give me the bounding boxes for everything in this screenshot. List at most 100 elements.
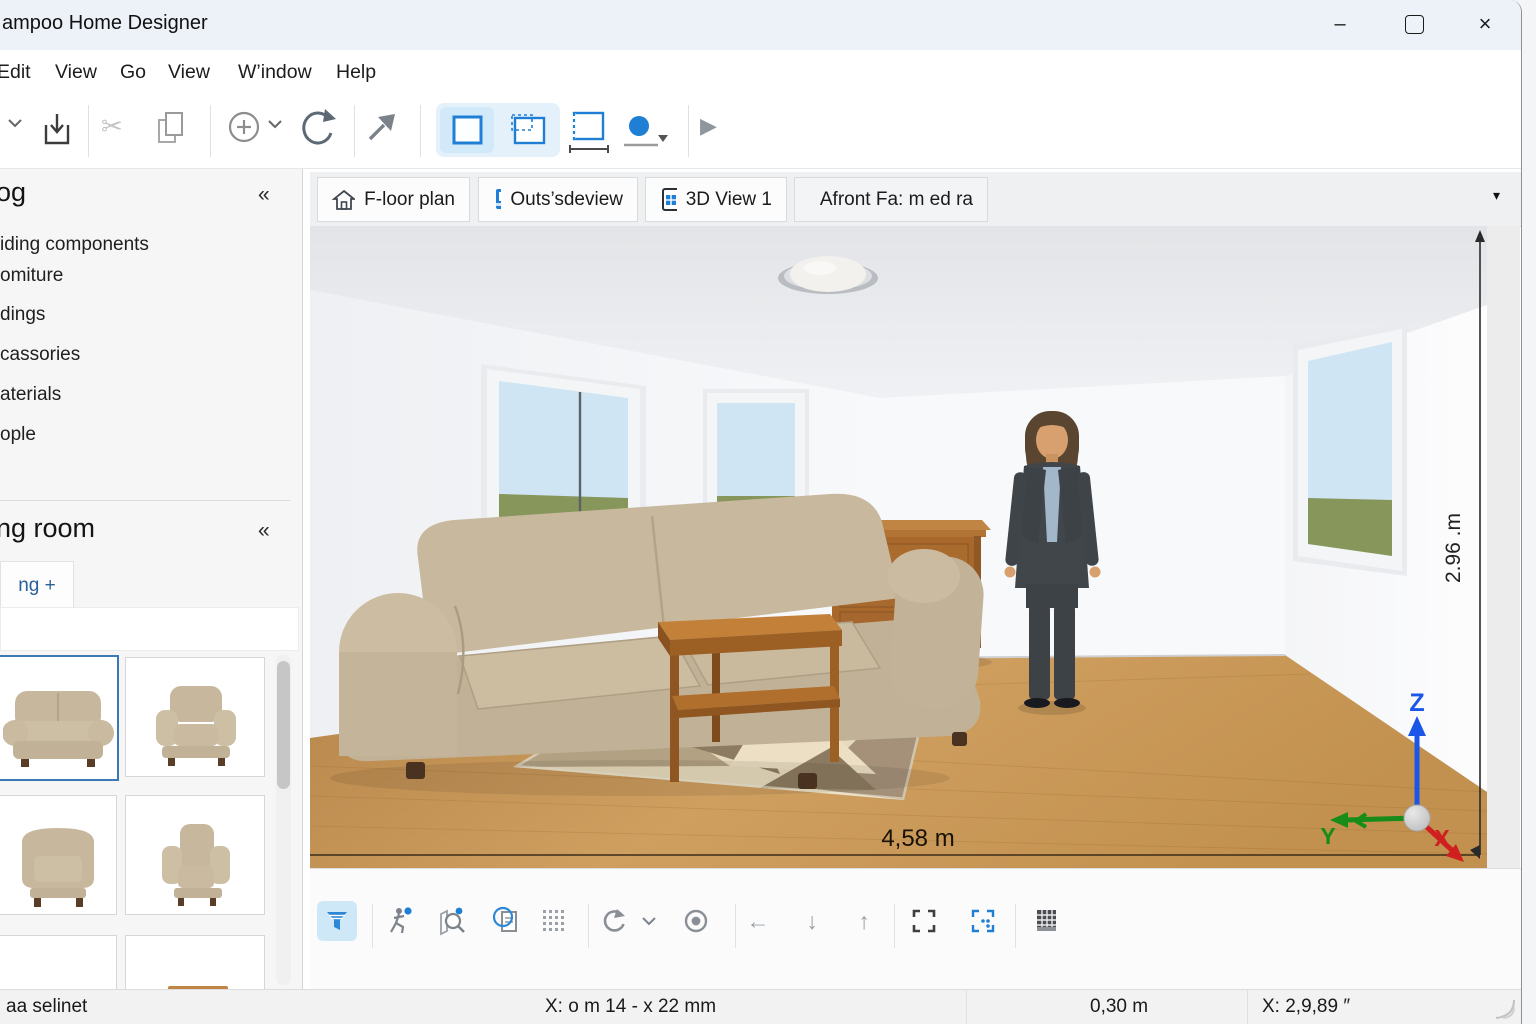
app-window: ampoo Home Designer – × Edit View Go Vie… [0,0,1522,1024]
sidebar-item-materials[interactable]: aterials [0,384,61,406]
menu-go[interactable]: Go [120,61,146,84]
furniture-thumbnail-wood-table-1[interactable] [0,935,117,990]
walk-person-icon [385,906,415,936]
fit-view-button[interactable] [904,901,944,941]
room-section-collapse-button[interactable]: « [258,519,270,543]
select-mode-button[interactable] [317,901,357,941]
close-icon: × [1479,11,1492,37]
copy-icon [155,109,187,147]
view-snapshot-button[interactable] [487,901,527,941]
catalog-collapse-button[interactable]: « [258,183,270,207]
grid-toggle-button[interactable] [535,901,575,941]
room-width-label: 4,58 m [881,825,954,852]
room-height-label: 2.96 .m [1442,513,1465,583]
sidebar-item-building-components[interactable]: iding components [0,234,149,256]
sidebar-item-people[interactable]: ople [0,424,36,446]
fullscreen-corners-icon [910,907,938,935]
3d-viewport[interactable]: 4,58 m 2.96 .m Z Y X [310,226,1520,868]
menu-view[interactable]: View [55,61,97,84]
chevron-down-icon [6,117,24,129]
scrollbar-thumb[interactable] [277,661,290,789]
maximize-button[interactable] [1396,8,1432,40]
move-up-button[interactable]: ↑ [844,901,884,941]
center-view-button[interactable] [676,901,716,941]
room-section-title: ng room [0,513,95,544]
sidebar-item-accessories[interactable]: cassories [0,344,80,366]
toolbar-separator [88,105,89,157]
wood-table-image [140,946,250,990]
room-category-tab[interactable]: ng + [0,561,74,609]
pin-tool-button[interactable] [366,110,398,144]
tab-front-camera[interactable]: Afront Fa: m ed ra [794,177,988,222]
tab-outside-view[interactable]: Outs’sdeview [478,177,638,222]
view-tab-bar: F-loor plan Outs’sdeview 3D View 1 [310,172,1521,227]
toolbar-separator [688,105,689,157]
axis-z-label: Z [1409,689,1424,717]
save-button[interactable] [42,109,72,149]
fullscreen-selection-icon [969,907,997,935]
furniture-thumbnail-armchair[interactable] [125,657,265,777]
filter-funnel-icon [325,909,349,933]
minimize-icon: – [1334,13,1345,36]
loveseat-image [3,675,115,779]
sidebar-item-furniture[interactable]: omiture [0,265,63,287]
club-chair-image [140,816,250,914]
tab-label: Outs’sdeview [510,189,623,211]
resize-grip-icon[interactable] [1494,998,1516,1020]
add-object-dropdown[interactable] [267,119,283,129]
circle-plus-icon [227,110,263,146]
toolbar-separator [735,904,736,948]
house-icon [332,188,355,212]
catalog-search-input[interactable] [0,607,299,651]
furniture-thumbnail-wood-table-2[interactable] [125,935,265,990]
menu-help[interactable]: Help [336,61,376,84]
close-button[interactable]: × [1467,8,1503,40]
menu-view2[interactable]: View [168,61,210,84]
rotate-icon [296,107,338,151]
tab-floor-plan[interactable]: F-loor plan [317,177,470,222]
zoom-region-button[interactable] [432,901,472,941]
tab-3d-view[interactable]: 3D View 1 [645,177,787,222]
sidebar-scrollbar[interactable] [276,655,291,985]
menu-bar: Edit View Go View W’indow Help [0,50,1521,95]
copy-button[interactable] [155,109,187,147]
wall-measure-icon [563,107,611,157]
undo-button[interactable] [594,901,634,941]
menu-edit[interactable]: Edit [0,61,31,84]
walk-mode-button[interactable] [380,901,420,941]
status-selection: aa selinet [6,996,87,1018]
move-down-button[interactable]: ↓ [792,901,832,941]
menu-window[interactable]: W’indow [238,61,312,84]
play-walkthrough-button[interactable]: ▶ [700,113,717,139]
undo-dropdown[interactable] [635,901,663,941]
rotate-button[interactable] [296,107,338,151]
cut-button[interactable]: ✂ [101,111,123,142]
axis-y-label: Y [1320,823,1335,849]
measure-wall-button[interactable] [563,107,611,157]
zoom-selection-button[interactable] [963,901,1003,941]
status-position: X: 2,9,89 ″ [1262,996,1350,1018]
move-left-button[interactable]: ← [738,901,778,941]
arrow-left-icon: ← [747,908,770,935]
toolbar-dropdown-button[interactable] [6,117,24,129]
undo-icon [600,907,628,935]
minimize-button[interactable]: – [1322,8,1358,40]
furniture-thumbnail-club-chair[interactable] [125,795,265,915]
draw-wall-button[interactable] [440,107,494,153]
tab-overflow-dropdown[interactable]: ▾ [1493,187,1500,204]
material-panel-button[interactable] [1027,901,1067,941]
sidebar-item-furnishings[interactable]: dings [0,304,45,326]
arrow-down-icon: ↓ [806,908,818,935]
place-point-button[interactable] [620,107,670,157]
add-object-button[interactable] [227,110,263,146]
draw-room-button[interactable] [500,107,556,153]
axis-x-label: X [1434,825,1450,851]
zoom-region-icon [437,906,467,936]
status-coordinates: X: o m 14 - x 22 mm [545,996,716,1018]
furniture-thumbnail-loveseat[interactable] [0,655,119,781]
sofa-left-arm [339,593,463,756]
view-toolbar: ← ↓ ↑ [310,868,1521,991]
sofa-right-arm [888,549,986,711]
furniture-thumbnail-tub-chair[interactable] [0,795,117,915]
target-icon [682,907,710,935]
